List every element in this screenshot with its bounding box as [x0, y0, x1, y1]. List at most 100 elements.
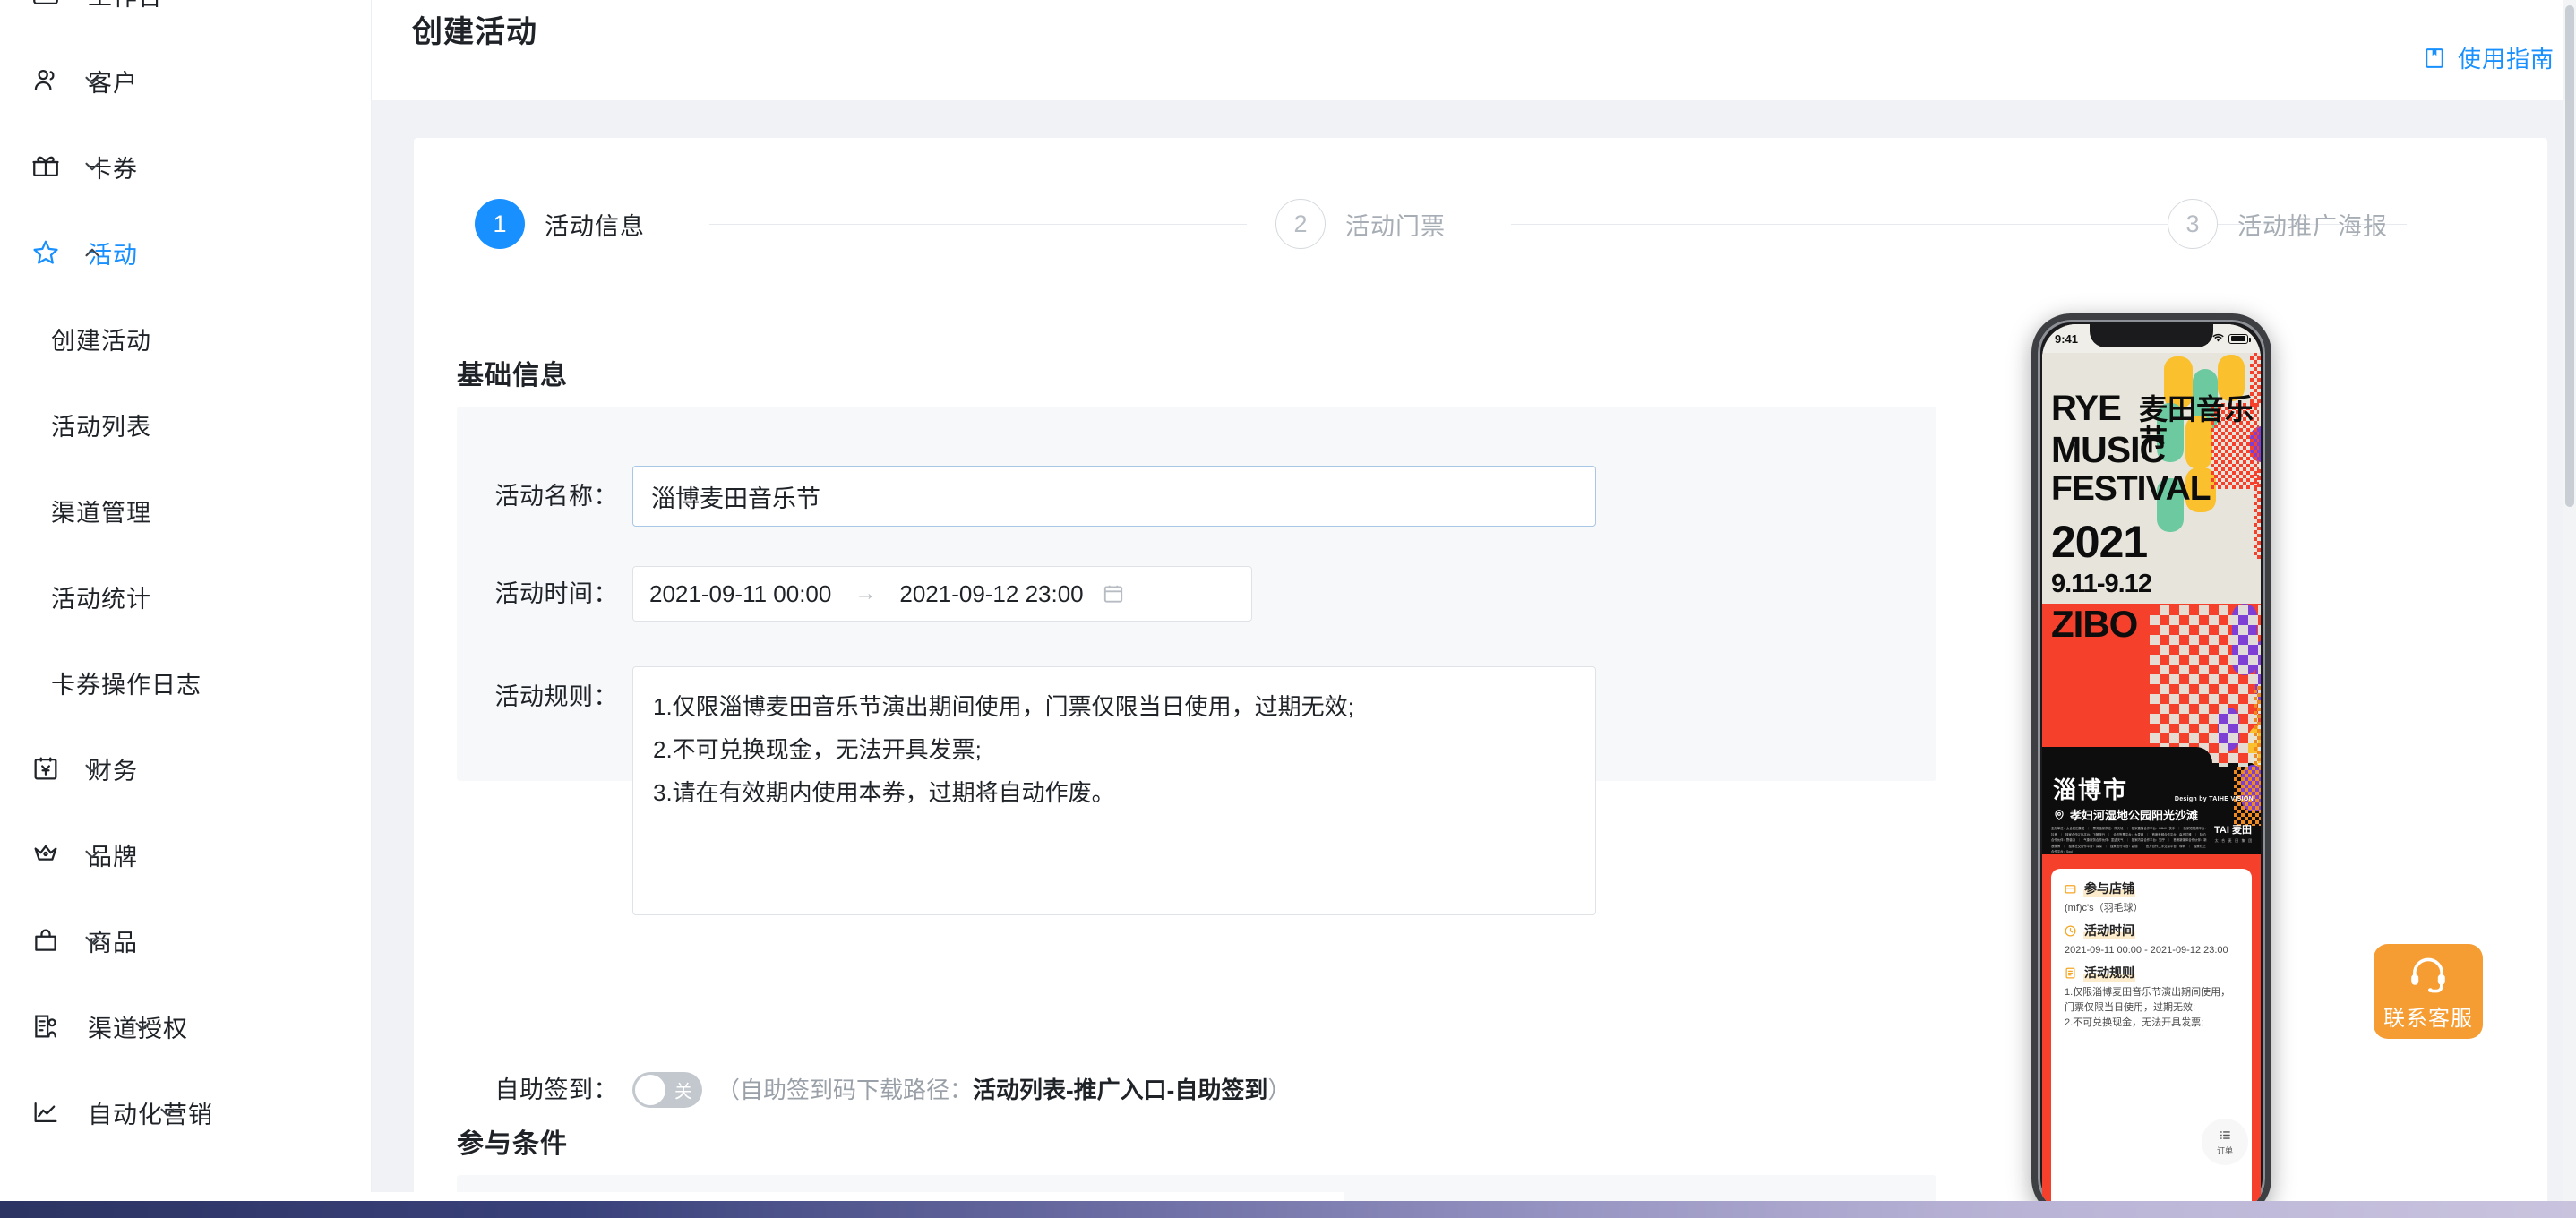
activity-time-start[interactable]: 2021-09-11 00:00 — [649, 580, 831, 608]
poster-line-music: MUSIC — [2051, 429, 2166, 470]
step-activity-poster[interactable]: 3 活动推广海报 — [2168, 199, 2388, 249]
chevron-down-icon — [131, 1015, 154, 1038]
sidebar-item-products[interactable]: 商品 — [0, 897, 138, 983]
poster-checker — [2150, 605, 2261, 767]
poster-line-year: 2021 — [2051, 517, 2148, 567]
sidebar-item-channel-management[interactable]: 渠道管理 — [0, 467, 151, 553]
phone-frame: 9:41 RYE 麦田音乐节 MUSIC FESTIVAL 2021 9.11-… — [2031, 313, 2271, 1218]
page-title: 创建活动 — [412, 15, 537, 49]
activity-name-input[interactable]: 淄博麦田音乐节 — [632, 466, 1596, 527]
shop-icon — [2064, 882, 2077, 896]
info-value: 2021-09-11 00:00 - 2021-09-12 23:00 — [2065, 945, 2228, 956]
activity-time-end[interactable]: 2021-09-12 23:00 — [899, 580, 1083, 608]
usage-guide-link[interactable]: 使用指南 — [2422, 41, 2555, 74]
location-pin-icon — [2053, 809, 2065, 821]
sidebar-subitem-label: 创建活动 — [51, 327, 151, 355]
rule-line-3: 3.请在有效期内使用本券，过期将自动作废。 — [653, 779, 1115, 806]
chevron-down-icon — [81, 69, 104, 92]
self-checkin-toggle[interactable]: 关 — [632, 1072, 702, 1108]
self-checkin-label: 自助签到： — [494, 1076, 618, 1103]
calendar-icon[interactable] — [1102, 582, 1125, 605]
chevron-down-icon — [81, 929, 104, 952]
app-root: 工作台 客户 卡券 — [0, 0, 2576, 1218]
battery-icon — [2228, 333, 2251, 344]
poster-line-rye: RYE — [2051, 389, 2122, 428]
field-activity-name: 活动名称： 淄博麦田音乐节 — [475, 466, 1596, 527]
poster-checker — [2254, 469, 2261, 559]
sidebar-item-create-activity[interactable]: 创建活动 — [0, 296, 151, 382]
sidebar-item-activity[interactable]: 活动 — [0, 210, 138, 296]
poster-venue-label: 孝妇河湿地公园阳光沙滩 — [2070, 809, 2199, 822]
sidebar-item-finance[interactable]: 财务 — [0, 725, 138, 811]
sidebar-item-workbench[interactable]: 工作台 — [0, 0, 163, 38]
headset-icon — [2407, 952, 2450, 995]
wifi-icon — [2211, 332, 2225, 346]
poster-logo: TAI 麦田 太 合 麦 田 集 团 — [2214, 822, 2254, 844]
order-floating-badge[interactable]: 订单 — [2202, 1119, 2248, 1165]
step-number: 2 — [1275, 199, 1326, 249]
rule-line-2: 2.不可兑换现金，无法开具发票; — [653, 736, 982, 763]
step-label: 活动推广海报 — [2237, 212, 2388, 240]
chevron-down-icon — [81, 757, 104, 780]
section-title-conditions: 参与条件 — [457, 1129, 568, 1159]
step-connector-1 — [709, 224, 1247, 225]
chevron-down-icon — [81, 155, 104, 178]
sidebar-item-brand[interactable]: 品牌 — [0, 811, 138, 897]
chevron-down-icon — [81, 843, 104, 866]
dashboard-icon — [27, 0, 64, 13]
window-bottom-corner — [0, 1192, 1344, 1201]
activity-rules-label: 活动规则： — [494, 683, 618, 710]
sidebar-item-card-logs[interactable]: 卡券操作日志 — [0, 639, 202, 725]
activity-time-range-picker[interactable]: 2021-09-11 00:00 → 2021-09-12 23:00 — [632, 566, 1252, 622]
finance-icon — [27, 750, 64, 787]
sidebar-item-channel-auth[interactable]: 渠道授权 — [0, 983, 188, 1069]
field-self-checkin: 自助签到： 关 （自助签到码下载路径：活动列表-推广入口-自助签到） — [475, 1072, 1291, 1108]
bag-icon — [27, 922, 64, 959]
sidebar-item-label: 工作台 — [88, 0, 163, 13]
step-activity-tickets[interactable]: 2 活动门票 — [1275, 199, 1446, 249]
sidebar-item-activity-stats[interactable]: 活动统计 — [0, 553, 151, 639]
toggle-knob — [635, 1075, 665, 1105]
contact-service-button[interactable]: 联系客服 — [2374, 944, 2483, 1039]
star-icon — [27, 234, 64, 271]
hint-path: 活动列表-推广入口-自助签到 — [973, 1076, 1268, 1103]
sidebar-subitem-label: 卡券操作日志 — [51, 671, 202, 699]
info-block-time: 活动时间 2021-09-11 00:00 - 2021-09-12 23:00 — [2064, 922, 2239, 958]
activity-name-label: 活动名称： — [494, 483, 618, 510]
step-activity-info[interactable]: 1 活动信息 — [475, 199, 645, 249]
chevron-down-icon — [156, 1101, 179, 1124]
sidebar-item-cards[interactable]: 卡券 — [0, 124, 138, 210]
list-icon — [2218, 1128, 2233, 1143]
phone-content-body: 参与店铺 (mf)c's（羽毛球） 活动时间 2021-09-11 00:00 … — [2042, 854, 2261, 1212]
section-title-basic-info: 基础信息 — [457, 361, 568, 390]
sidebar-item-automation-marketing[interactable]: 自动化营销 — [0, 1069, 213, 1155]
step-label: 活动门票 — [1345, 212, 1446, 240]
sidebar-item-customers[interactable]: 客户 — [0, 38, 138, 124]
field-activity-time: 活动时间： 2021-09-11 00:00 → 2021-09-12 23:0… — [475, 566, 1252, 622]
info-value: (mf)c's（羽毛球） — [2065, 903, 2143, 914]
sidebar-nav: 工作台 客户 卡券 — [0, 0, 372, 1201]
poster-venue: 孝妇河湿地公园阳光沙滩 — [2053, 806, 2198, 823]
step-number: 1 — [475, 199, 525, 249]
usage-guide-label: 使用指南 — [2457, 46, 2555, 73]
sidebar-item-label: 自动化营销 — [88, 1101, 213, 1128]
contract-icon — [27, 1008, 64, 1045]
field-activity-rules: 活动规则： 1.仅限淄博麦田音乐节演出期间使用，门票仅限当日使用，过期无效; 2… — [475, 666, 1596, 915]
poster-line-dates: 9.11-9.12 — [2051, 570, 2152, 598]
sidebar-item-activity-list[interactable]: 活动列表 — [0, 382, 151, 467]
poster-logo-text: TAI 麦田 — [2214, 825, 2252, 836]
page-header: 创建活动 使用指南 — [372, 0, 2576, 100]
page-scrollbar[interactable] — [2563, 0, 2576, 1201]
activity-time-label: 活动时间： — [494, 580, 618, 607]
sidebar-subitem-label: 活动列表 — [51, 413, 151, 441]
activity-rules-textarea[interactable]: 1.仅限淄博麦田音乐节演出期间使用，门票仅限当日使用，过期无效; 2.不可兑换现… — [632, 666, 1596, 915]
info-block-shop: 参与店铺 (mf)c's（羽毛球） — [2064, 879, 2239, 916]
poster-checker — [2254, 686, 2261, 767]
sidebar-subitem-label: 活动统计 — [51, 585, 151, 613]
ticket-icon — [27, 148, 64, 185]
users-icon — [27, 62, 64, 99]
chart-line-icon — [27, 1094, 64, 1131]
scrollbar-thumb[interactable] — [2565, 5, 2574, 507]
order-badge-label: 订单 — [2216, 1146, 2233, 1155]
info-title: 参与店铺 — [2083, 879, 2135, 897]
